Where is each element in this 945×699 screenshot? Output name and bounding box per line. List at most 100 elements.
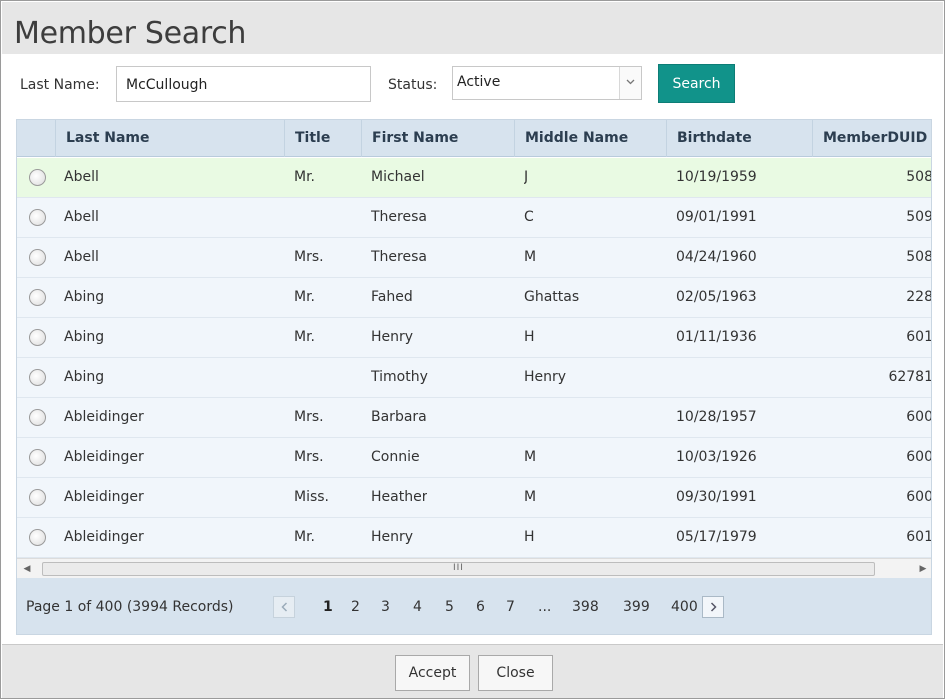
cell-birthdate: 10/19/1959 bbox=[676, 169, 757, 185]
row-select-radio[interactable] bbox=[29, 169, 46, 186]
cell-memberduid: 600 bbox=[906, 489, 932, 505]
cell-middle-name: J bbox=[524, 169, 529, 185]
cell-title: Mr. bbox=[294, 169, 315, 185]
row-select-radio[interactable] bbox=[29, 329, 46, 346]
page-link-399[interactable]: 399 bbox=[623, 599, 650, 615]
search-button[interactable]: Search bbox=[658, 64, 735, 103]
table-row[interactable]: Abing Mr. Fahed Ghattas 02/05/1963 228 bbox=[17, 278, 932, 318]
accept-button[interactable]: Accept bbox=[395, 655, 470, 691]
cell-middle-name: Ghattas bbox=[524, 289, 580, 305]
cell-title: Mrs. bbox=[294, 249, 324, 265]
cell-first-name: Henry bbox=[371, 529, 414, 545]
cell-first-name: Heather bbox=[371, 489, 428, 505]
column-header-last-name[interactable]: Last Name bbox=[55, 120, 284, 157]
column-header-middle-name[interactable]: Middle Name bbox=[514, 120, 666, 157]
cell-birthdate: 09/30/1991 bbox=[676, 489, 757, 505]
last-name-input[interactable]: McCullough bbox=[116, 66, 371, 102]
table-row[interactable]: Ableidinger Miss. Heather M 09/30/1991 600 bbox=[17, 478, 932, 518]
column-header-first-name[interactable]: First Name bbox=[361, 120, 514, 157]
scroll-left-arrow[interactable]: ◀ bbox=[19, 561, 35, 577]
row-select-radio[interactable] bbox=[29, 489, 46, 506]
close-button[interactable]: Close bbox=[478, 655, 553, 691]
scroll-thumb[interactable]: III bbox=[42, 562, 875, 576]
table-row[interactable]: Abell Mr. Michael J 10/19/1959 508 bbox=[17, 158, 932, 198]
column-header-birthdate[interactable]: Birthdate bbox=[666, 120, 812, 157]
cell-middle-name: Henry bbox=[524, 369, 567, 385]
cell-memberduid: 508 bbox=[906, 249, 932, 265]
cell-last-name: Abing bbox=[64, 329, 105, 345]
previous-page-button[interactable] bbox=[273, 596, 295, 618]
cell-birthdate: 09/01/1991 bbox=[676, 209, 757, 225]
cell-middle-name: H bbox=[524, 329, 535, 345]
table-row[interactable]: Ableidinger Mrs. Barbara 10/28/1957 600 bbox=[17, 398, 932, 438]
status-label: Status: bbox=[388, 77, 438, 93]
table-row[interactable]: Ableidinger Mr. Henry H 05/17/1979 601 bbox=[17, 518, 932, 558]
row-select-radio[interactable] bbox=[29, 249, 46, 266]
status-select[interactable]: Active bbox=[452, 66, 642, 100]
member-search-dialog: Member Search Last Name: McCullough Stat… bbox=[0, 0, 945, 699]
cell-last-name: Abell bbox=[64, 169, 99, 185]
cell-memberduid: 601 bbox=[906, 329, 932, 345]
cell-last-name: Ableidinger bbox=[64, 529, 144, 545]
cell-memberduid: 600 bbox=[906, 409, 932, 425]
pager-info: Page 1 of 400 (3994 Records) bbox=[26, 599, 234, 615]
cell-first-name: Fahed bbox=[371, 289, 413, 305]
dropdown-arrow[interactable] bbox=[619, 67, 641, 99]
row-select-radio[interactable] bbox=[29, 529, 46, 546]
cell-memberduid: 601 bbox=[906, 529, 932, 545]
cell-first-name: Theresa bbox=[371, 249, 427, 265]
cell-title: Miss. bbox=[294, 489, 330, 505]
table-row[interactable]: Abell Theresa C 09/01/1991 509 bbox=[17, 198, 931, 238]
cell-middle-name: M bbox=[524, 489, 537, 505]
cell-middle-name: M bbox=[524, 449, 537, 465]
cell-title: Mr. bbox=[294, 289, 315, 305]
page-link-398[interactable]: 398 bbox=[572, 599, 599, 615]
row-select-radio[interactable] bbox=[29, 289, 46, 306]
horizontal-scrollbar[interactable]: ◀ III ▶ bbox=[17, 558, 931, 578]
cell-first-name: Michael bbox=[371, 169, 425, 185]
cell-memberduid: 508 bbox=[906, 169, 932, 185]
page-link-7[interactable]: 7 bbox=[506, 599, 515, 615]
table-row[interactable]: Abell Mrs. Theresa M 04/24/1960 508 bbox=[17, 238, 932, 278]
cell-last-name: Ableidinger bbox=[64, 409, 144, 425]
cell-last-name: Abell bbox=[64, 209, 99, 225]
row-select-radio[interactable] bbox=[29, 409, 46, 426]
table-row[interactable]: Abing Mr. Henry H 01/11/1936 601 bbox=[17, 318, 932, 358]
column-header-memberduid[interactable]: MemberDUID bbox=[812, 120, 931, 157]
table-row[interactable]: Ableidinger Mrs. Connie M 10/03/1926 600 bbox=[17, 438, 932, 478]
next-page-button[interactable] bbox=[702, 596, 724, 618]
cell-last-name: Abing bbox=[64, 369, 105, 385]
cell-title: Mrs. bbox=[294, 409, 324, 425]
page-link-2[interactable]: 2 bbox=[351, 599, 360, 615]
page-link-6[interactable]: 6 bbox=[476, 599, 485, 615]
cell-memberduid: 600 bbox=[906, 449, 932, 465]
pager: Page 1 of 400 (3994 Records) 1 2 3 4 5 6 7... 3… bbox=[17, 578, 931, 634]
cell-title: Mrs. bbox=[294, 449, 324, 465]
table-row[interactable]: Abing Timothy Henry 62781 bbox=[17, 358, 931, 398]
scroll-grip-icon: III bbox=[453, 563, 464, 573]
page-ellipsis: ... bbox=[538, 599, 552, 615]
last-name-label: Last Name: bbox=[20, 77, 100, 93]
cell-birthdate: 04/24/1960 bbox=[676, 249, 757, 265]
cell-birthdate: 05/17/1979 bbox=[676, 529, 757, 545]
cell-birthdate: 10/28/1957 bbox=[676, 409, 757, 425]
row-select-radio[interactable] bbox=[29, 449, 46, 466]
scroll-right-arrow[interactable]: ▶ bbox=[915, 561, 931, 577]
status-selected-value: Active bbox=[457, 74, 501, 90]
page-link-1[interactable]: 1 bbox=[323, 599, 333, 615]
page-link-3[interactable]: 3 bbox=[381, 599, 390, 615]
page-link-5[interactable]: 5 bbox=[445, 599, 454, 615]
page-link-400[interactable]: 400 bbox=[671, 599, 698, 615]
dialog-title-bar[interactable]: Member Search bbox=[2, 2, 943, 54]
chevron-right-icon bbox=[710, 602, 717, 612]
cell-first-name: Theresa bbox=[371, 209, 427, 225]
member-grid: Last Name Title First Name Middle Name B… bbox=[16, 119, 932, 635]
column-header-title[interactable]: Title bbox=[284, 120, 361, 157]
cell-first-name: Connie bbox=[371, 449, 420, 465]
cell-last-name: Abell bbox=[64, 249, 99, 265]
dialog-title: Member Search bbox=[14, 16, 247, 51]
row-select-radio[interactable] bbox=[29, 369, 46, 386]
cell-memberduid: 228 bbox=[906, 289, 932, 305]
page-link-4[interactable]: 4 bbox=[413, 599, 422, 615]
row-select-radio[interactable] bbox=[29, 209, 46, 226]
